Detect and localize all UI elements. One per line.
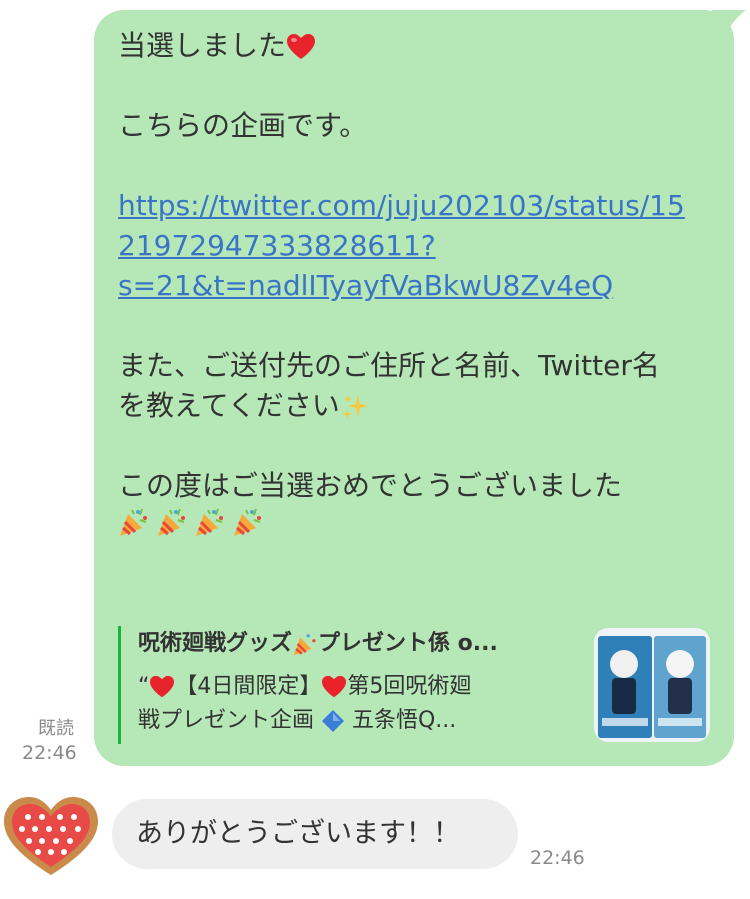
party-popper-icon xyxy=(158,508,185,536)
party-popper-icon xyxy=(293,634,316,656)
incoming-message-text: ありがとうございます！！ xyxy=(136,818,460,849)
message-line-campaign: こちらの企画です。 xyxy=(118,109,368,142)
preview-desc-quote: “ xyxy=(138,674,150,699)
link-part-3[interactable]: s=21&t=nadlITyayfVaBkwU8Zv4eQ xyxy=(118,269,613,302)
preview-title: 呪術廻戦グッズ プレゼント係 o... xyxy=(138,628,578,660)
incoming-timestamp: 22:46 xyxy=(530,847,585,869)
campaign-link[interactable]: https://twitter.com/juju202103/status/15… xyxy=(118,186,718,306)
preview-description: “ 【4日間限定】 第5回呪術廻 戦プレゼント企画 五条悟Q... xyxy=(138,670,568,738)
outgoing-timestamp: 22:46 xyxy=(22,742,77,764)
preview-desc-round: 第5回呪術廻 xyxy=(347,674,472,699)
party-popper-row xyxy=(118,506,718,538)
red-heart-icon xyxy=(322,675,347,698)
preview-title-part-1: 呪術廻戦グッズ xyxy=(138,631,293,656)
figure-boxes-image xyxy=(594,628,710,742)
preview-desc-limited: 【4日間限定】 xyxy=(175,674,322,699)
link-part-2[interactable]: 21972947333828611? xyxy=(118,229,436,262)
party-popper-icon xyxy=(120,508,147,536)
blue-diamond-icon xyxy=(322,710,344,732)
party-popper-icon xyxy=(196,508,223,536)
avatar[interactable] xyxy=(2,795,100,879)
preview-accent-bar xyxy=(118,626,121,744)
preview-desc-campaign: 戦プレゼント企画 xyxy=(138,708,321,733)
sparkles-icon xyxy=(341,395,368,419)
read-status: 既読 xyxy=(38,718,74,739)
link-part-1[interactable]: https://twitter.com/juju202103/status/15 xyxy=(118,189,685,222)
red-heart-icon xyxy=(287,34,316,59)
preview-title-part-2: プレゼント係 o... xyxy=(318,631,498,656)
message-line-congrats: この度はご当選おめでとうございました xyxy=(118,469,623,502)
heart-cookie-avatar-icon xyxy=(4,797,98,875)
incoming-message-bubble[interactable]: ありがとうございます！！ xyxy=(112,799,518,869)
message-line-winner: 当選しました xyxy=(118,29,287,62)
preview-desc-character: 五条悟Q... xyxy=(345,708,457,733)
red-heart-icon xyxy=(150,675,175,698)
link-preview-card[interactable]: 呪術廻戦グッズ プレゼント係 o... “ 【4日間限定】 第5回呪術廻 戦プレゼント… xyxy=(118,626,712,744)
party-popper-icon xyxy=(234,508,261,536)
outgoing-message-text: 当選しました こちらの企画です。 https://twitter.com/juj… xyxy=(118,26,718,538)
message-line-tell: を教えてください xyxy=(118,389,340,422)
message-line-address: また、ご送付先のご住所と名前、Twitter名 xyxy=(118,349,660,382)
preview-thumbnail[interactable] xyxy=(594,628,710,742)
